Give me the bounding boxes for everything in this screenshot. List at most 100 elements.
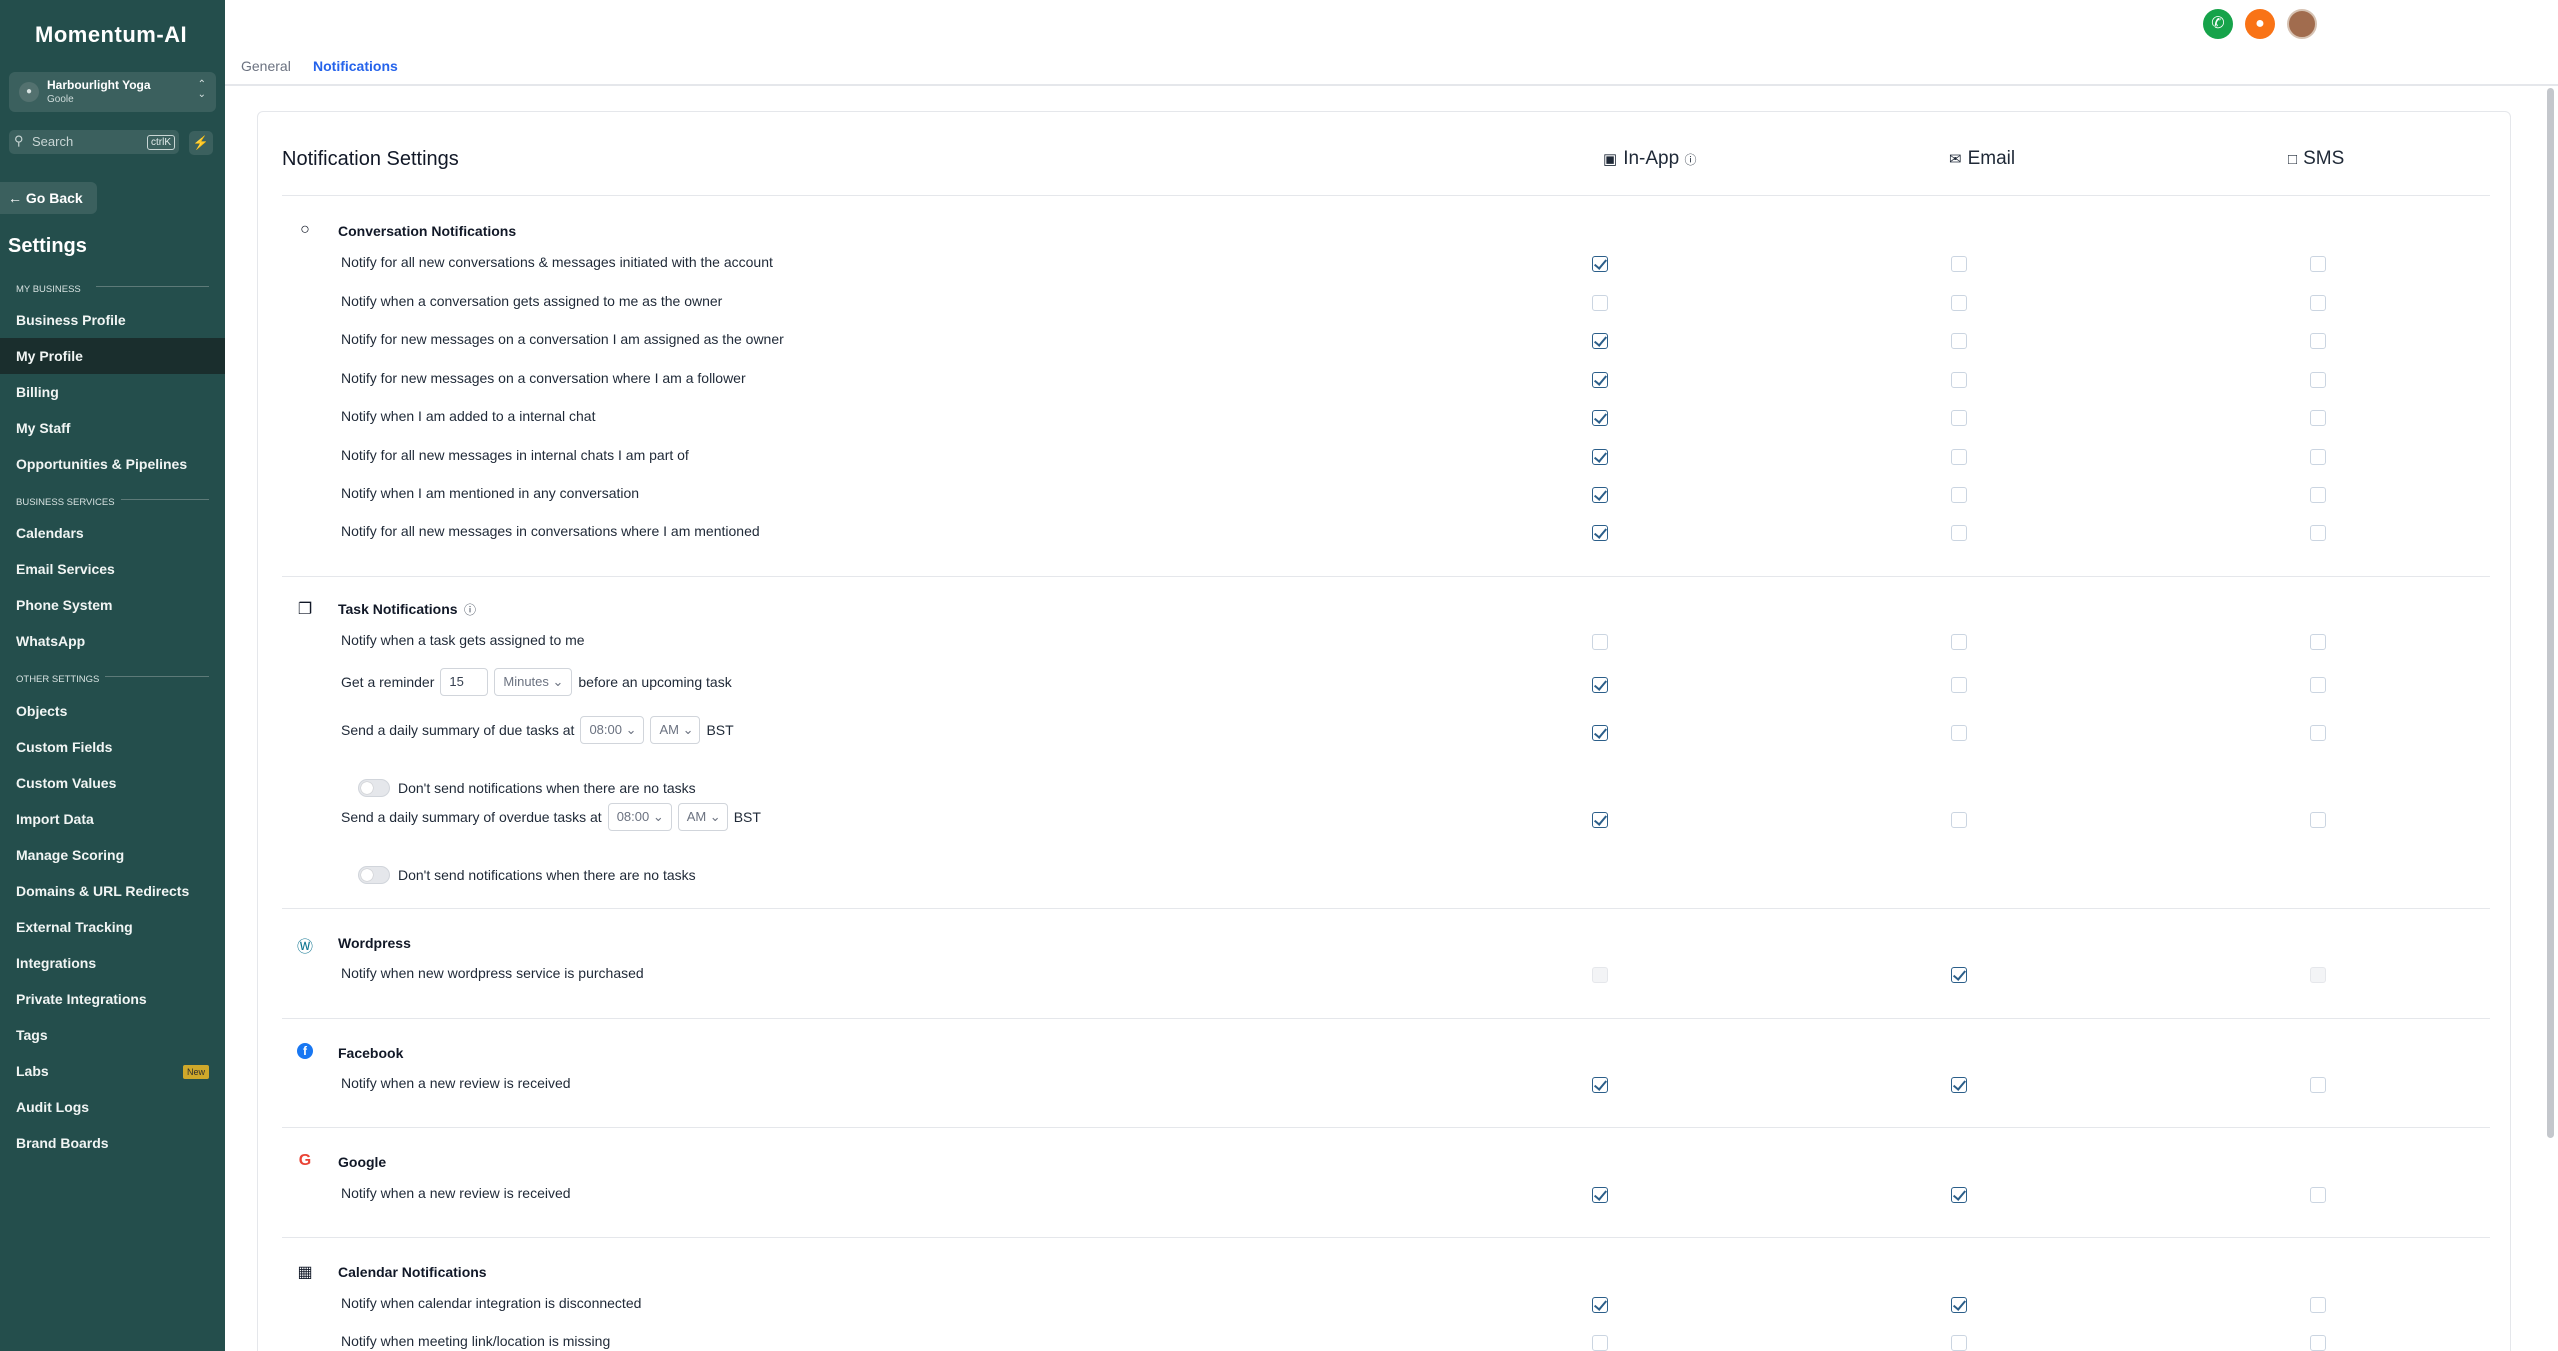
checkbox-email[interactable] <box>1951 333 1967 349</box>
reminder-unit-select[interactable]: Minutes ⌄ <box>494 668 573 696</box>
sidebar-item-tags[interactable]: Tags <box>0 1017 225 1053</box>
quick-action-bolt-icon[interactable]: ⚡ <box>189 131 213 155</box>
checkbox-in-app[interactable] <box>1592 372 1608 388</box>
due-time-select[interactable]: 08:00 ⌄ <box>580 716 645 744</box>
sidebar-item-email-services[interactable]: Email Services <box>0 551 225 587</box>
account-switcher[interactable]: ● Harbourlight Yoga Goole ⌃ ⌄ <box>9 72 216 112</box>
checkbox-in-app[interactable] <box>1592 295 1608 311</box>
checkbox-in-app[interactable] <box>1592 525 1608 541</box>
checkbox-sms[interactable] <box>2310 1187 2326 1203</box>
checkbox-email[interactable] <box>1951 372 1967 388</box>
checkbox-in-app[interactable] <box>1592 634 1608 650</box>
sidebar-item-audit-logs[interactable]: Audit Logs <box>0 1089 225 1125</box>
checkbox-in-app[interactable] <box>1592 256 1608 272</box>
checkbox-email[interactable] <box>1951 1297 1967 1313</box>
checkbox-sms[interactable] <box>2310 256 2326 272</box>
checkbox-sms[interactable] <box>2310 372 2326 388</box>
checkbox-email[interactable] <box>1951 967 1967 983</box>
overdue-time-select[interactable]: 08:00 ⌄ <box>607 803 672 831</box>
notification-label: Notify for new messages on a conversatio… <box>341 331 784 347</box>
checkbox-sms[interactable] <box>2310 295 2326 311</box>
sidebar-item-whatsapp[interactable]: WhatsApp <box>0 623 225 659</box>
checkbox-email[interactable] <box>1951 812 1967 828</box>
sidebar-item-private-integrations[interactable]: Private Integrations <box>0 981 225 1017</box>
sidebar-item-business-profile[interactable]: Business Profile <box>0 302 225 338</box>
checkbox-sms[interactable] <box>2310 333 2326 349</box>
checkbox-sms[interactable] <box>2310 525 2326 541</box>
checkbox-in-app[interactable] <box>1592 967 1608 983</box>
due-ampm-select[interactable]: AM ⌄ <box>650 716 701 744</box>
checkbox-email[interactable] <box>1951 256 1967 272</box>
info-icon[interactable]: ⓘ <box>464 601 476 618</box>
phone-icon[interactable]: ✆ <box>2203 9 2233 39</box>
checkbox-email[interactable] <box>1951 295 1967 311</box>
tab-general[interactable]: General <box>241 58 291 74</box>
sidebar-item-custom-values[interactable]: Custom Values <box>0 765 225 801</box>
scrollbar[interactable] <box>2547 88 2554 1138</box>
sidebar-item-brand-boards[interactable]: Brand Boards <box>0 1125 225 1161</box>
checkbox-in-app[interactable] <box>1592 487 1608 503</box>
checkbox-email[interactable] <box>1951 410 1967 426</box>
checkbox-sms[interactable] <box>2310 487 2326 503</box>
overdue-ampm-select[interactable]: AM ⌄ <box>677 803 728 831</box>
checkbox-email[interactable] <box>1951 1187 1967 1203</box>
checkbox-sms[interactable] <box>2310 1335 2326 1351</box>
sidebar-search[interactable]: ⚲ Search ctrlK <box>9 130 179 154</box>
sidebar-item-labs[interactable]: Labs New <box>0 1053 225 1089</box>
sidebar-item-domains[interactable]: Domains & URL Redirects <box>0 873 225 909</box>
column-sms: □ SMS <box>2288 148 2345 169</box>
checkbox-in-app[interactable] <box>1592 333 1608 349</box>
go-back-button[interactable]: ← Go Back <box>0 182 97 214</box>
checkbox-sms[interactable] <box>2310 967 2326 983</box>
sidebar-item-custom-fields[interactable]: Custom Fields <box>0 729 225 765</box>
checkbox-sms[interactable] <box>2310 1077 2326 1093</box>
due-no-tasks-toggle[interactable] <box>358 779 390 797</box>
checkbox-sms[interactable] <box>2310 1297 2326 1313</box>
sidebar-item-objects[interactable]: Objects <box>0 693 225 729</box>
reminder-value-input[interactable]: 15 <box>440 668 489 696</box>
checkbox-sms[interactable] <box>2310 812 2326 828</box>
sidebar-item-opportunities[interactable]: Opportunities & Pipelines <box>0 446 225 482</box>
checkbox-email[interactable] <box>1951 634 1967 650</box>
checkbox-email[interactable] <box>1951 449 1967 465</box>
checkbox-email[interactable] <box>1951 725 1967 741</box>
sidebar-item-external-tracking[interactable]: External Tracking <box>0 909 225 945</box>
tab-notifications[interactable]: Notifications <box>313 58 398 74</box>
checkbox-email[interactable] <box>1951 1077 1967 1093</box>
info-icon[interactable]: ⓘ <box>1684 153 1696 167</box>
bell-icon[interactable]: ● <box>2245 9 2275 39</box>
checkbox-email[interactable] <box>1951 525 1967 541</box>
checkbox-sms[interactable] <box>2310 449 2326 465</box>
checkbox-sms[interactable] <box>2310 410 2326 426</box>
sidebar-item-integrations[interactable]: Integrations <box>0 945 225 981</box>
checkbox-email[interactable] <box>1951 1335 1967 1351</box>
checkbox-in-app[interactable] <box>1592 410 1608 426</box>
checkbox-email[interactable] <box>1951 677 1967 693</box>
checkbox-sms[interactable] <box>2310 634 2326 650</box>
sidebar-item-my-staff[interactable]: My Staff <box>0 410 225 446</box>
overdue-no-tasks-toggle[interactable] <box>358 866 390 884</box>
checkbox-in-app[interactable] <box>1592 1187 1608 1203</box>
checkbox-in-app[interactable] <box>1592 449 1608 465</box>
checkbox-sms[interactable] <box>2310 677 2326 693</box>
checkbox-email[interactable] <box>1951 487 1967 503</box>
sidebar-item-calendars[interactable]: Calendars <box>0 515 225 551</box>
notification-label: Notify for new messages on a conversatio… <box>341 370 746 386</box>
checkbox-in-app[interactable] <box>1592 1297 1608 1313</box>
sidebar-item-manage-scoring[interactable]: Manage Scoring <box>0 837 225 873</box>
page-title: Notification Settings <box>282 148 459 170</box>
app-logo: Momentum-AI <box>35 22 188 47</box>
search-input[interactable]: Search <box>32 134 73 149</box>
sidebar-item-my-profile[interactable]: My Profile <box>0 338 225 374</box>
checkbox-sms[interactable] <box>2310 725 2326 741</box>
avatar[interactable] <box>2287 9 2317 39</box>
overdue-timezone: BST <box>733 809 761 825</box>
checkbox-in-app[interactable] <box>1592 677 1608 693</box>
checkbox-in-app[interactable] <box>1592 725 1608 741</box>
sidebar-item-billing[interactable]: Billing <box>0 374 225 410</box>
checkbox-in-app[interactable] <box>1592 812 1608 828</box>
checkbox-in-app[interactable] <box>1592 1335 1608 1351</box>
sidebar-item-import-data[interactable]: Import Data <box>0 801 225 837</box>
sidebar-item-phone-system[interactable]: Phone System <box>0 587 225 623</box>
checkbox-in-app[interactable] <box>1592 1077 1608 1093</box>
